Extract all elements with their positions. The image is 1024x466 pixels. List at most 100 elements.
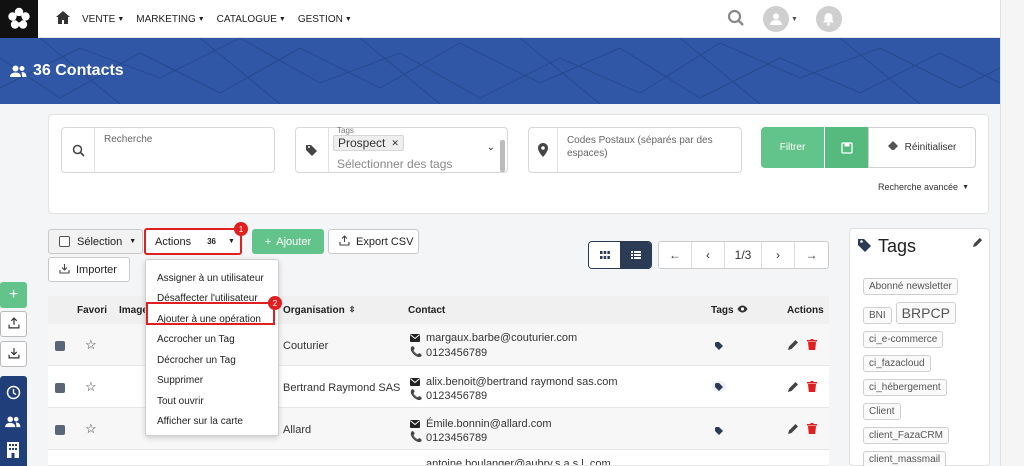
next-page-chevron-icon[interactable]: ›	[762, 242, 795, 268]
edit-pencil-icon[interactable]	[973, 237, 983, 250]
tags-panel-header: Tags	[850, 229, 989, 257]
phone-text: 0123456789	[426, 347, 488, 359]
selection-button[interactable]: Sélection ▼	[48, 229, 143, 254]
add-button[interactable]: + Ajouter	[252, 229, 324, 254]
page-indicator: 1/3	[725, 242, 762, 268]
tag-icon[interactable]	[715, 341, 723, 353]
tag-chip[interactable]: ci_fazacloud	[863, 355, 931, 372]
tag-chip[interactable]: ci_hébergement	[863, 379, 947, 396]
edit-pencil-icon[interactable]	[788, 339, 799, 353]
delete-trash-icon[interactable]	[807, 423, 817, 437]
tag-chip[interactable]: Abonné newsletter	[863, 278, 958, 295]
tag-icon[interactable]	[715, 426, 723, 438]
caret-down-icon: ▼	[344, 15, 352, 23]
checkbox-icon	[59, 236, 70, 247]
caret-down-icon: ▼	[791, 15, 798, 23]
phone-icon: 📞	[410, 347, 423, 358]
edit-pencil-icon[interactable]	[788, 423, 799, 437]
star-icon[interactable]: ☆	[85, 421, 97, 437]
email-link[interactable]: Émile.bonnin@allard.com	[426, 418, 552, 430]
side-upload-button[interactable]	[0, 311, 27, 337]
row-checkbox[interactable]	[55, 425, 65, 435]
menu-item-show-on-map[interactable]: Afficher sur la carte	[146, 412, 278, 433]
last-page-arrow-icon[interactable]: →	[795, 242, 828, 268]
map-marker-icon	[529, 128, 558, 172]
user-menu[interactable]: ▼	[763, 6, 798, 32]
menu-item-delete[interactable]: Supprimer	[146, 371, 278, 392]
import-button[interactable]: Importer	[48, 257, 130, 282]
actions-button[interactable]: Actions 36 ▼	[144, 228, 242, 255]
menu-item-attach-tag[interactable]: Accrocher un Tag	[146, 330, 278, 351]
tag-chip[interactable]: Client	[863, 403, 901, 420]
envelope-icon	[410, 333, 420, 345]
tag-chip[interactable]: client_FazaCRM	[863, 427, 949, 444]
tag-chip[interactable]: BNI	[863, 307, 892, 324]
tag-chip-prospect: Prospect ✕	[333, 135, 404, 151]
tag-chip[interactable]: client_massmail	[863, 451, 947, 466]
nav-marketing[interactable]: MARKETING ▼	[136, 14, 204, 25]
app-logo[interactable]	[0, 0, 38, 38]
postal-codes-field[interactable]: Codes Postaux (séparés par des espaces)	[528, 127, 742, 173]
menu-item-detach-tag[interactable]: Décrocher un Tag	[146, 350, 278, 371]
edit-pencil-icon[interactable]	[788, 381, 799, 395]
row-checkbox[interactable]	[55, 341, 65, 351]
advanced-search-label: Recherche avancée	[878, 182, 959, 192]
building-icon[interactable]	[7, 442, 19, 461]
quick-add-button[interactable]: +	[0, 282, 27, 308]
caret-down-icon: ▼	[227, 238, 235, 245]
tag-icon[interactable]	[712, 381, 726, 392]
tags-scrollbar[interactable]	[500, 140, 505, 172]
star-icon[interactable]: ☆	[85, 337, 97, 353]
header-tags: Tags	[711, 305, 748, 316]
phone-text: 0123456789	[426, 390, 488, 402]
notifications-bell-icon[interactable]	[815, 6, 842, 32]
star-icon[interactable]: ☆	[85, 379, 97, 395]
chevron-down-icon[interactable]: ⌄	[487, 142, 495, 153]
save-search-button[interactable]	[825, 127, 868, 168]
table-row[interactable]: antoine.boulanger@aubry.s.a.s.l..com	[48, 450, 829, 466]
history-clock-icon[interactable]	[6, 385, 21, 403]
banner-pattern	[0, 38, 1000, 104]
organisation-cell: Bertrand Raymond SAS	[283, 382, 401, 394]
contacts-icon[interactable]	[5, 416, 21, 431]
tags-panel-title: Tags	[878, 236, 917, 256]
prev-page-chevron-icon[interactable]: ‹	[692, 242, 725, 268]
actions-count: 36	[207, 237, 216, 246]
email-link[interactable]: antoine.boulanger@aubry.s.a.s.l..com	[426, 458, 611, 465]
filter-button[interactable]: Filtrer	[761, 127, 824, 168]
search-field[interactable]: Recherche	[61, 127, 275, 173]
caret-down-icon: ▼	[129, 238, 137, 245]
menu-item-assign-user[interactable]: Assigner à un utilisateur	[146, 268, 278, 289]
tag-chip[interactable]: BRPCP	[895, 302, 956, 324]
tags-select[interactable]: Tags Prospect ✕ Sélectionner des tags ⌄	[295, 126, 508, 173]
export-csv-label: Export CSV	[356, 235, 414, 248]
email-link[interactable]: alix.benoit@bertrand raymond sas.com	[426, 376, 618, 388]
avatar	[763, 6, 789, 32]
delete-trash-icon[interactable]	[807, 381, 817, 395]
grid-view-icon[interactable]	[589, 242, 620, 268]
delete-trash-icon[interactable]	[807, 339, 817, 353]
nav-catalogue[interactable]: CATALOGUE ▼	[217, 14, 286, 25]
nav-vente[interactable]: VENTE ▼	[82, 14, 124, 25]
download-icon	[59, 263, 70, 277]
header-organisation[interactable]: Organisation ⇳	[283, 305, 355, 316]
caret-down-icon: ▼	[962, 183, 969, 191]
advanced-search-toggle[interactable]: Recherche avancée ▼	[878, 182, 969, 192]
row-checkbox[interactable]	[55, 383, 65, 393]
actions-dropdown-menu: Assigner à un utilisateur Désaffecter l'…	[145, 259, 279, 436]
reset-button[interactable]: Réinitialiser	[868, 127, 976, 168]
search-icon[interactable]	[727, 9, 745, 30]
home-icon[interactable]	[56, 11, 70, 27]
menu-item-open-all[interactable]: Tout ouvrir	[146, 391, 278, 412]
export-csv-button[interactable]: Export CSV	[328, 229, 419, 254]
import-label: Importer	[76, 263, 117, 276]
eye-icon[interactable]	[737, 305, 748, 316]
search-icon	[62, 128, 95, 172]
remove-tag-icon[interactable]: ✕	[391, 138, 399, 149]
tag-chip[interactable]: ci_e-commerce	[863, 331, 944, 348]
first-page-arrow-icon[interactable]: ←	[659, 242, 692, 268]
side-download-button[interactable]	[0, 341, 27, 367]
nav-gestion[interactable]: GESTION ▼	[298, 14, 352, 25]
email-link[interactable]: margaux.barbe@couturier.com	[426, 332, 577, 344]
list-view-icon[interactable]	[620, 242, 651, 268]
